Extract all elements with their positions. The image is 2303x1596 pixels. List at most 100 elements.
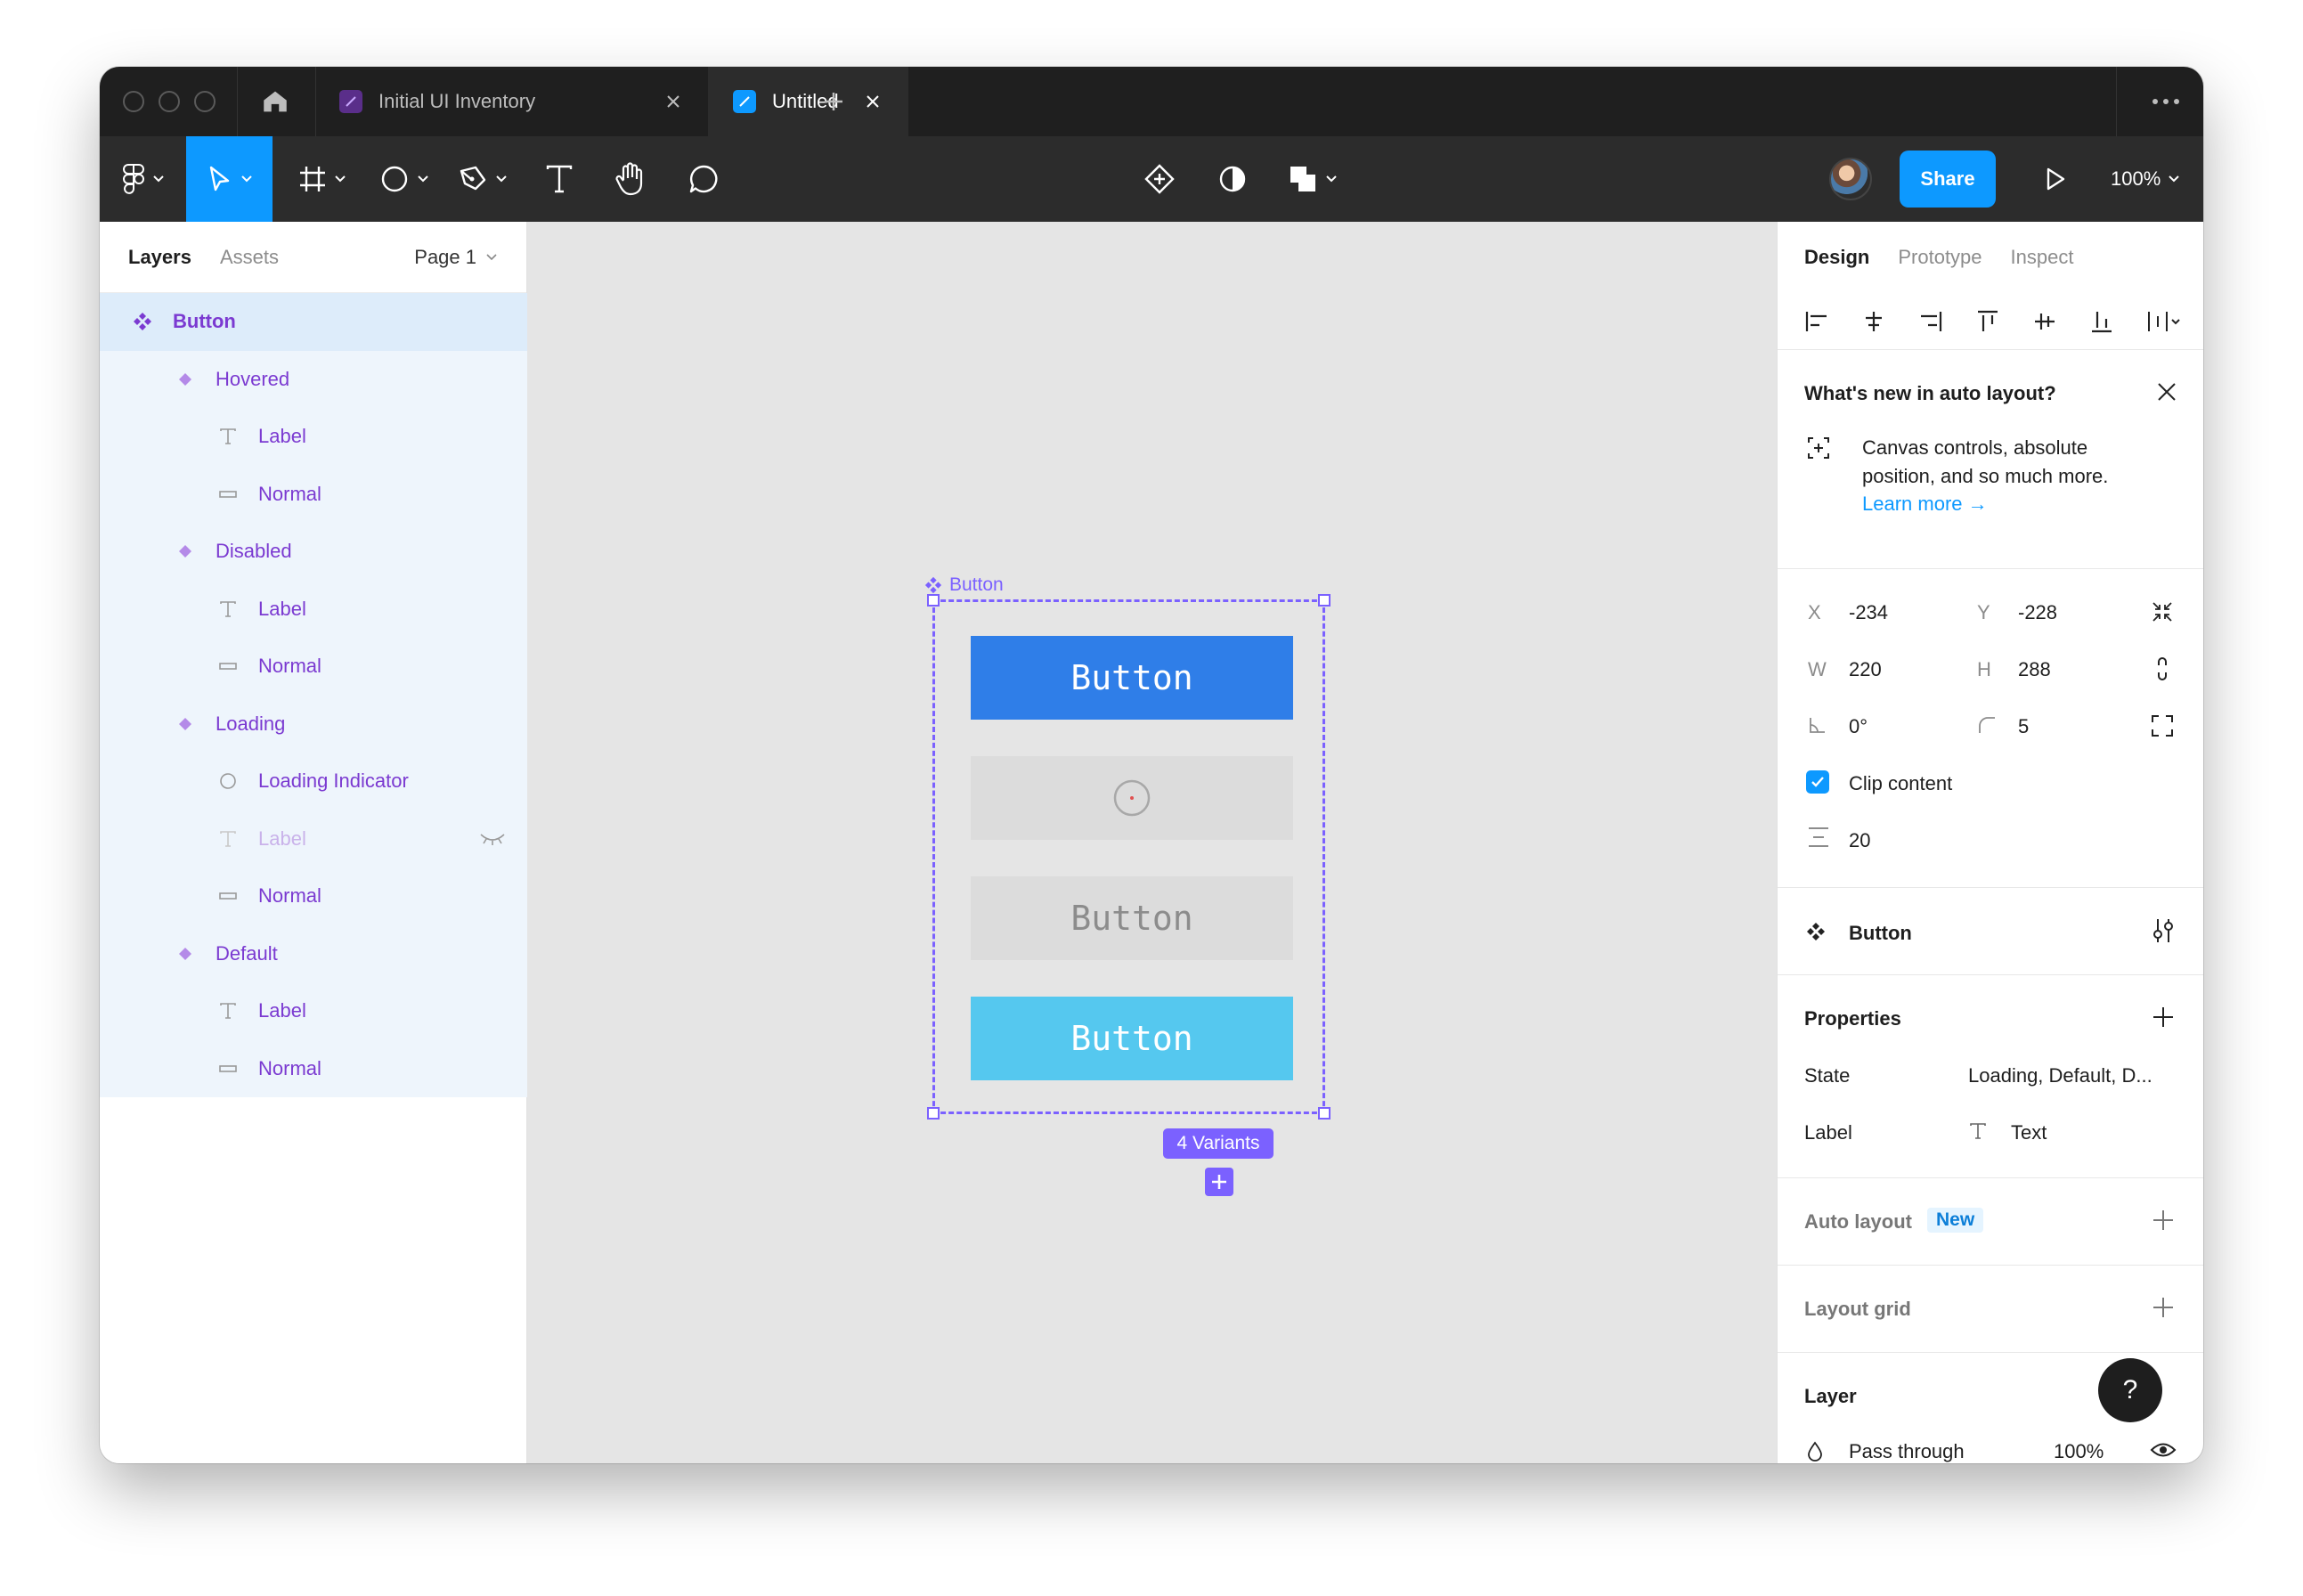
variant-default[interactable]: Button	[971, 997, 1293, 1080]
zoom-dropdown[interactable]: 100%	[2111, 136, 2180, 222]
pen-tool-button[interactable]	[447, 136, 518, 222]
component-name: Button	[1849, 922, 1912, 944]
hand-icon	[615, 162, 643, 196]
align-horizontal-center-icon[interactable]	[1861, 304, 1918, 339]
component-section: Button	[1778, 888, 2203, 975]
w-input[interactable]: 220	[1849, 658, 1882, 681]
add-variant-button[interactable]	[1205, 1168, 1233, 1196]
layer-row[interactable]: Loading	[100, 696, 527, 753]
avatar[interactable]	[1829, 158, 1872, 200]
add-layout-grid-icon[interactable]	[2152, 1296, 2175, 1319]
help-button[interactable]: ?	[2098, 1358, 2162, 1422]
layer-row[interactable]: Normal	[100, 867, 527, 925]
resize-handle[interactable]	[927, 1107, 940, 1120]
layer-row[interactable]: Normal	[100, 1040, 527, 1098]
component-icon	[1144, 164, 1175, 194]
layer-label: Label	[258, 597, 306, 620]
variant-disabled[interactable]: Button	[971, 876, 1293, 960]
distribute-icon[interactable]	[2146, 304, 2203, 339]
layout-grid-section: Layout grid	[1778, 1266, 2203, 1353]
close-icon[interactable]	[2155, 380, 2178, 403]
present-button[interactable]	[2027, 136, 2084, 222]
layer-row[interactable]: Label	[100, 408, 527, 466]
align-right-icon[interactable]	[1918, 304, 1975, 339]
h-input[interactable]: 288	[2018, 658, 2051, 681]
resize-handle[interactable]	[1318, 594, 1331, 607]
minimize-window-button[interactable]	[159, 91, 180, 112]
spacing-input[interactable]: 20	[1849, 829, 1870, 852]
close-tab-icon[interactable]	[663, 92, 683, 111]
state-value[interactable]: Loading, Default, D...	[1968, 1064, 2152, 1087]
constrain-shrink-icon[interactable]	[2150, 599, 2175, 624]
tab-inspect[interactable]: Inspect	[2011, 246, 2074, 269]
create-component-button[interactable]	[1131, 136, 1188, 222]
eye-icon[interactable]	[2150, 1440, 2177, 1460]
layer-row[interactable]: Default	[100, 925, 527, 983]
canvas[interactable]: Button Button Button Button 4 Variants	[528, 222, 1772, 1463]
clip-content-checkbox[interactable]	[1806, 770, 1829, 794]
layer-row[interactable]: Loading Indicator	[100, 753, 527, 810]
add-property-icon[interactable]	[2152, 1006, 2175, 1029]
cursor-icon	[209, 166, 229, 191]
layer-row[interactable]: Label	[100, 581, 527, 639]
boolean-groups-button[interactable]	[1277, 136, 1348, 222]
chevron-down-icon	[1326, 175, 1337, 183]
align-vertical-center-icon[interactable]	[2032, 304, 2089, 339]
layer-opacity[interactable]: 100%	[2054, 1440, 2104, 1463]
layer-row[interactable]: Label	[100, 982, 527, 1040]
comment-tool-button[interactable]	[675, 136, 732, 222]
component-settings-icon[interactable]	[2152, 916, 2175, 945]
layer-row[interactable]: Normal	[100, 638, 527, 696]
home-icon[interactable]	[260, 86, 290, 117]
independent-corners-icon[interactable]	[2150, 713, 2175, 738]
learn-more-link[interactable]: Learn more →	[1862, 493, 1988, 516]
radius-input[interactable]: 5	[2018, 715, 2029, 738]
text-tool-button[interactable]	[531, 136, 588, 222]
component-set-frame[interactable]: Button Button Button	[927, 594, 1331, 1120]
resize-handle[interactable]	[927, 594, 940, 607]
layer-row[interactable]: Label	[100, 810, 527, 868]
share-button[interactable]: Share	[1900, 151, 1996, 208]
rotation-icon	[1810, 718, 1825, 733]
text-icon	[217, 426, 239, 447]
align-top-icon[interactable]	[1975, 304, 2032, 339]
page-selector[interactable]: Page 1	[414, 222, 498, 293]
link-proportions-icon[interactable]	[2152, 655, 2173, 683]
y-label: Y	[1977, 601, 1990, 623]
tab-untitled[interactable]: Untitled	[708, 67, 908, 136]
move-tool-button[interactable]	[186, 136, 273, 222]
more-options-icon[interactable]	[2150, 90, 2182, 113]
tab-assets[interactable]: Assets	[220, 246, 279, 269]
mask-button[interactable]	[1204, 136, 1261, 222]
frame-label[interactable]: Button	[924, 574, 1004, 596]
layer-row[interactable]: Button	[100, 293, 527, 351]
align-bottom-icon[interactable]	[2089, 304, 2146, 339]
x-input[interactable]: -234	[1849, 601, 1888, 624]
tab-design[interactable]: Design	[1804, 246, 1869, 269]
frame-tool-button[interactable]	[287, 136, 358, 222]
shape-tool-button[interactable]	[369, 136, 440, 222]
variant-loading[interactable]	[971, 756, 1293, 840]
close-tab-icon[interactable]	[863, 92, 883, 111]
main-menu-button[interactable]	[112, 136, 175, 222]
add-auto-layout-icon[interactable]	[2152, 1209, 2175, 1232]
hidden-eye-icon[interactable]	[479, 830, 506, 846]
tab-prototype[interactable]: Prototype	[1898, 246, 1982, 269]
tab-initial-ui-inventory[interactable]: Initial UI Inventory	[316, 67, 708, 136]
layer-row[interactable]: Disabled	[100, 523, 527, 581]
layer-row[interactable]: Normal	[100, 466, 527, 524]
variant-hovered[interactable]: Button	[971, 636, 1293, 720]
new-tab-icon[interactable]	[821, 89, 846, 114]
label-property-value[interactable]: Text	[2011, 1121, 2047, 1144]
maximize-window-button[interactable]	[194, 91, 216, 112]
hand-tool-button[interactable]	[602, 136, 659, 222]
y-input[interactable]: -228	[2018, 601, 2057, 624]
layer-row[interactable]: Hovered	[100, 351, 527, 409]
tab-layers[interactable]: Layers	[128, 246, 191, 269]
blend-mode-dropdown[interactable]: Pass through	[1849, 1440, 1965, 1463]
loading-indicator-icon	[1113, 779, 1151, 817]
close-window-button[interactable]	[123, 91, 144, 112]
align-left-icon[interactable]	[1804, 304, 1861, 339]
rotation-input[interactable]: 0°	[1849, 715, 1868, 738]
resize-handle[interactable]	[1318, 1107, 1331, 1120]
